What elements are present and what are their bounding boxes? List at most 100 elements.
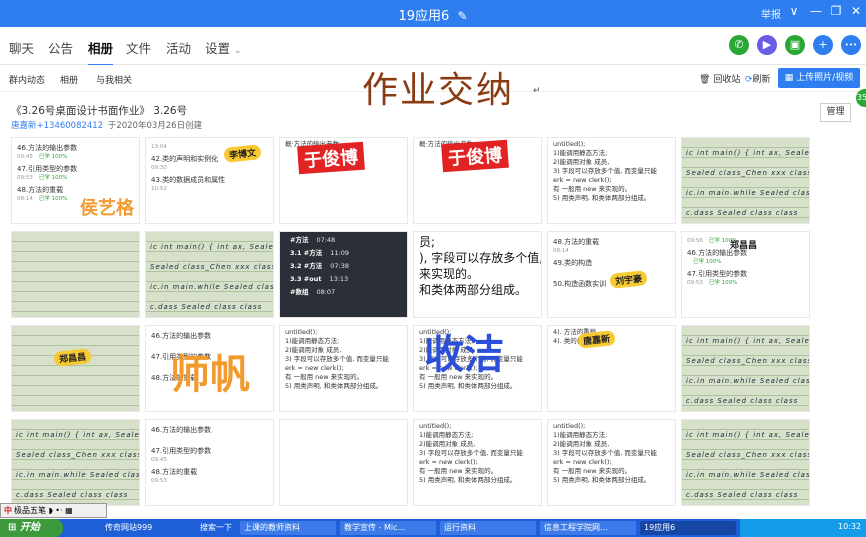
course-time: 09:56 [687, 238, 703, 244]
photo-thumbnail[interactable]: 46.方法的输出参数 09:45 已学 100% 47.引用类型的参数 09:53 已学 … [11, 137, 140, 224]
minimize-icon[interactable]: — [808, 4, 824, 18]
taskbar-item[interactable]: 搜索一下 [196, 521, 236, 535]
more-icon[interactable]: ••• [841, 35, 861, 55]
photo-thumbnail[interactable]: 郑昌昌 [11, 325, 140, 412]
add-icon[interactable]: + [813, 35, 833, 55]
tab-activity[interactable]: 活动 [166, 38, 191, 57]
course-time: 09:53 [151, 478, 167, 484]
screen-share-icon[interactable]: ▣ [785, 35, 805, 55]
ime-name: 极品五笔 [14, 506, 46, 515]
handwriting-line: ic.in main.while Sealed class [686, 471, 810, 479]
ime-toggle-icon[interactable]: ◗ •· ▦ [49, 506, 73, 515]
window-title-text: 19应用6 [398, 9, 450, 24]
ime-bar[interactable]: 中极品五笔 ◗ •· ▦ [0, 503, 107, 518]
name-sticker: 郑昌昌 [730, 241, 758, 251]
course-status: 已学 100% [38, 154, 68, 160]
start-button[interactable]: ⊞ 开始 [0, 519, 63, 537]
photo-thumbnail[interactable]: 13:04 42.类的声明和实例化 09:30 43.类的数据成员和属性 10:52 李博… [145, 137, 274, 224]
recycle-bin-button[interactable]: 🗑 回收站 [699, 72, 740, 85]
course-meta: 09:45 [151, 456, 271, 464]
refresh-button[interactable]: ⟳刷新 [745, 72, 771, 85]
photo-thumbnail[interactable]: untitled(); 1)能调用静态方法; 2)能调用对象 成员, 3) 字段可以存… [547, 137, 676, 224]
photo-thumbnail[interactable] [279, 419, 408, 506]
handwriting-line: ic.in main.while Sealed class [150, 283, 274, 291]
tab-settings[interactable]: 设置 ⌄ [205, 38, 242, 57]
document-line: 1)能调用静态方法; [553, 431, 608, 439]
course-time: 09:30 [151, 165, 167, 171]
document-line: 5) 用类声明, 和类体两部分组成。 [553, 476, 651, 484]
video-row-time: 13:13 [329, 275, 349, 283]
photo-thumbnail[interactable]: ic int main() { int ax, Sealed class Seal… [11, 419, 140, 506]
tab-notice[interactable]: 公告 [48, 38, 73, 57]
handwriting-line: Sealed class_Chen xxx class c [16, 451, 140, 459]
photo-thumbnail[interactable]: 员;), 字段可以存放多个值, 而来实现的。和类体两部分组成。 [413, 231, 542, 318]
name-sticker: 收洁 [424, 332, 504, 378]
tab-chat[interactable]: 聊天 [9, 38, 34, 57]
photo-thumbnail[interactable]: ic int main() { int ax, Sealed class Seal… [145, 231, 274, 318]
ime-logo-icon: 中 [4, 506, 12, 515]
taskbar-item[interactable]: 上课的教师资料 [240, 521, 336, 535]
course-meta: 09:30 [151, 164, 271, 172]
taskbar-item[interactable]: 教学宣传 - Mic... [340, 521, 436, 535]
close-icon[interactable]: ✕ [848, 4, 864, 18]
taskbar-item[interactable]: 运行资料 [440, 521, 536, 535]
start-label: 开始 [19, 522, 40, 533]
video-icon[interactable]: ▶ [757, 35, 777, 55]
video-row: 3.1 #方法 11:09 [290, 249, 407, 258]
document-line: erk = new clerk(); [553, 458, 612, 466]
subnav-related[interactable]: 与我相关 [96, 73, 132, 86]
course-time: 13:04 [151, 144, 167, 150]
name-sticker: 师帆 [170, 352, 250, 398]
course-title: 49.类的构造 [553, 259, 593, 267]
document-line: untitled(); [553, 422, 586, 430]
photo-thumbnail[interactable]: 09:56 已学 100% 46.方法的输出参数 已学 100% 47.引用类型的参数 0… [681, 231, 810, 318]
course-title: 46.方法的输出参数 [151, 332, 212, 340]
subnav-album[interactable]: 相册 [60, 73, 78, 86]
document-line: 2)能调用对象 成员, [553, 440, 610, 448]
tab-settings-label: 设置 [205, 41, 231, 56]
video-row: 3.3 #out 13:13 [290, 275, 407, 284]
creator-name[interactable]: 唐嘉新+13460082412 [11, 121, 103, 131]
photo-thumbnail[interactable]: ic int main() { int ax, Sealed class Seal… [681, 325, 810, 412]
photo-thumbnail[interactable]: 4). 方法的重载4). 类的构造函数唐嘉新 [547, 325, 676, 412]
return-mark-icon: ↵ [533, 86, 541, 96]
edit-icon[interactable]: ✎ [457, 9, 467, 23]
document-line: 有 一般用 new 来实现的。 [553, 467, 632, 475]
photo-thumbnail[interactable] [11, 231, 140, 318]
report-link[interactable]: 举报 [761, 6, 781, 21]
photo-thumbnail[interactable]: 46.方法的输出参数 47.引用类型的参数 09:45 48.方法的重载 09:53 [145, 419, 274, 506]
handwriting-line: Sealed class_Chen xxx class c [686, 169, 810, 177]
subnav-group-feed[interactable]: 群内动态 [9, 73, 45, 86]
windows-logo-icon: ⊞ [8, 522, 17, 533]
photo-thumbnail[interactable]: 概·方法的输出参数于俊博 [279, 137, 408, 224]
course-time: 08:14 [553, 248, 569, 254]
photo-thumbnail[interactable]: untitled(); 1)能调用静态方法; 2)能调用对象 成员, 3) 字段可以存… [547, 419, 676, 506]
photo-thumbnail[interactable]: untitled(); 1)能调用静态方法; 2)能调用对象 成员, 3) 字段可以存… [413, 325, 542, 412]
document-line: 1)能调用静态方法; [553, 149, 608, 157]
phone-icon[interactable]: ✆ [729, 35, 749, 55]
manage-button[interactable]: 管理 [820, 103, 851, 122]
photo-thumbnail[interactable]: untitled(); 1)能调用静态方法; 2)能调用对象 成员, 3) 字段可以存… [413, 419, 542, 506]
upload-button[interactable]: ▦ 上传照片/视频 [778, 68, 860, 88]
photo-thumbnail[interactable]: untitled(); 1)能调用静态方法; 2)能调用对象 成员, 3) 字段可以存… [279, 325, 408, 412]
photo-thumbnail[interactable]: 概·方法的输出参数于俊博 [413, 137, 542, 224]
tab-album[interactable]: 相册 [88, 38, 114, 66]
photo-thumbnail[interactable]: 48.方法的重载 08:14 49.类的构造 50.构造函数实训 刘宇豪 [547, 231, 676, 318]
taskbar-item[interactable]: 传奇网站999 [101, 521, 191, 535]
document-line: 2)能调用对象 成员, [285, 346, 342, 354]
course-status: 已学 100% [693, 259, 722, 265]
taskbar-item[interactable]: 19应用6 [640, 521, 736, 535]
photo-thumbnail[interactable]: ic int main() { int ax, Sealed class Seal… [681, 419, 810, 506]
name-sticker: 郑昌昌 [53, 348, 92, 367]
photo-thumbnail[interactable]: 46.方法的输出参数 47.引用类型的参数 48.方法的重载 师帆 [145, 325, 274, 412]
dropdown-icon[interactable]: ∨ [786, 4, 802, 18]
maximize-icon[interactable]: ❐ [828, 4, 844, 18]
handwriting-line: ic int main() { int ax, Sealed class [150, 243, 274, 251]
tab-files[interactable]: 文件 [126, 38, 151, 57]
taskbar-item[interactable]: 信息工程学院网... [540, 521, 636, 535]
course-meta: 已学 100% [687, 258, 807, 266]
photo-thumbnail[interactable]: #方法 07:48 3.1 #方法 11:09 3.2 #方法 07:38 3.3 #out… [279, 231, 408, 318]
photo-thumbnail[interactable]: ic int main() { int ax, Sealed class Seal… [681, 137, 810, 224]
document-line: erk = new clerk(); [285, 364, 344, 372]
side-badge[interactable]: 35 [856, 89, 866, 107]
